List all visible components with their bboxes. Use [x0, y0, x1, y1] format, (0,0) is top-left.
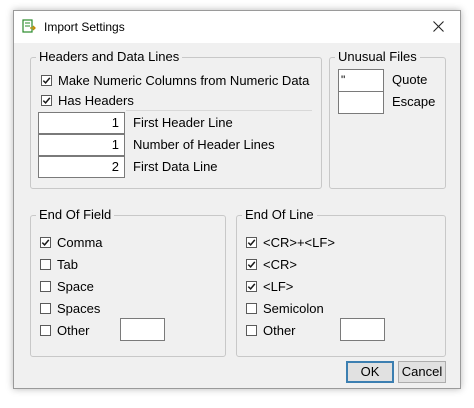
semicolon-label: Semicolon [263, 300, 324, 316]
ok-button[interactable]: OK [346, 361, 394, 383]
cr-label: <CR> [263, 256, 297, 272]
line-option-crlf[interactable]: <CR>+<LF> [246, 232, 335, 252]
number-header-lines-input[interactable]: 1 [38, 134, 125, 156]
make-numeric-checkbox-row[interactable]: Make Numeric Columns from Numeric Data [41, 70, 309, 90]
field-option-comma[interactable]: Comma [40, 232, 103, 252]
crlf-checkbox[interactable] [246, 236, 257, 248]
import-settings-app-icon [22, 19, 36, 34]
group-legend: End Of Field [36, 207, 115, 223]
comma-checkbox[interactable] [40, 236, 51, 248]
make-numeric-label: Make Numeric Columns from Numeric Data [58, 72, 310, 88]
headers-data-lines-group: Headers and Data Lines Make Numeric Colu… [30, 49, 322, 189]
first-header-line-label: First Header Line [133, 115, 233, 130]
end-of-field-group: End Of Field Comma Tab Space Spaces Othe… [30, 207, 226, 357]
lf-label: <LF> [263, 278, 294, 294]
tab-checkbox[interactable] [40, 258, 51, 270]
first-data-line-input[interactable]: 2 [38, 156, 125, 178]
checkmark-icon [42, 96, 51, 104]
has-headers-label: Has Headers [58, 92, 134, 108]
field-other-label: Other [57, 322, 90, 338]
field-option-space[interactable]: Space [40, 276, 94, 296]
line-other-checkbox[interactable] [246, 324, 257, 336]
checkmark-icon [247, 282, 256, 290]
checkmark-icon [42, 76, 51, 84]
cancel-button[interactable]: Cancel [398, 361, 446, 383]
line-option-lf[interactable]: <LF> [246, 276, 293, 296]
lf-checkbox[interactable] [246, 280, 257, 292]
window-title: Import Settings [44, 20, 125, 34]
spaces-label: Spaces [57, 300, 101, 316]
checkmark-icon [247, 238, 256, 246]
field-option-tab[interactable]: Tab [40, 254, 78, 274]
line-other-label: Other [263, 322, 296, 338]
field-option-spaces[interactable]: Spaces [40, 298, 100, 318]
number-header-lines-label: Number of Header Lines [133, 137, 275, 152]
line-option-cr[interactable]: <CR> [246, 254, 297, 274]
group-legend: Unusual Files [335, 49, 420, 65]
first-data-line-label: First Data Line [133, 159, 218, 174]
comma-label: Comma [57, 234, 103, 250]
separator [126, 110, 312, 111]
checkmark-icon [41, 238, 50, 246]
field-other-checkbox[interactable] [40, 324, 51, 336]
crlf-label: <CR>+<LF> [263, 234, 335, 250]
import-settings-dialog: Import Settings Headers and Data Lines M… [13, 10, 461, 389]
quote-label: Quote [392, 72, 428, 87]
make-numeric-checkbox[interactable] [41, 74, 52, 86]
line-other-input[interactable] [340, 318, 385, 341]
escape-input[interactable] [338, 91, 384, 114]
has-headers-checkbox[interactable] [41, 94, 52, 106]
tab-label: Tab [57, 256, 78, 272]
group-legend: Headers and Data Lines [36, 49, 183, 65]
close-button[interactable] [416, 11, 460, 42]
quote-input[interactable]: " [338, 69, 384, 92]
first-header-line-input[interactable]: 1 [38, 112, 125, 134]
close-icon [433, 21, 444, 32]
unusual-files-group: Unusual Files " Quote Escape [329, 49, 446, 189]
title-bar[interactable]: Import Settings [14, 11, 460, 43]
field-option-other[interactable]: Other [40, 320, 90, 340]
has-headers-checkbox-row[interactable]: Has Headers [41, 90, 134, 110]
semicolon-checkbox[interactable] [246, 302, 257, 314]
spaces-checkbox[interactable] [40, 302, 51, 314]
cr-checkbox[interactable] [246, 258, 257, 270]
space-label: Space [57, 278, 94, 294]
group-legend: End Of Line [242, 207, 317, 223]
checkmark-icon [247, 260, 256, 268]
line-option-other[interactable]: Other [246, 320, 296, 340]
escape-label: Escape [392, 94, 436, 109]
space-checkbox[interactable] [40, 280, 51, 292]
field-other-input[interactable] [120, 318, 165, 341]
line-option-semicolon[interactable]: Semicolon [246, 298, 324, 318]
end-of-line-group: End Of Line <CR>+<LF> <CR> <LF> Semicolo… [236, 207, 446, 357]
